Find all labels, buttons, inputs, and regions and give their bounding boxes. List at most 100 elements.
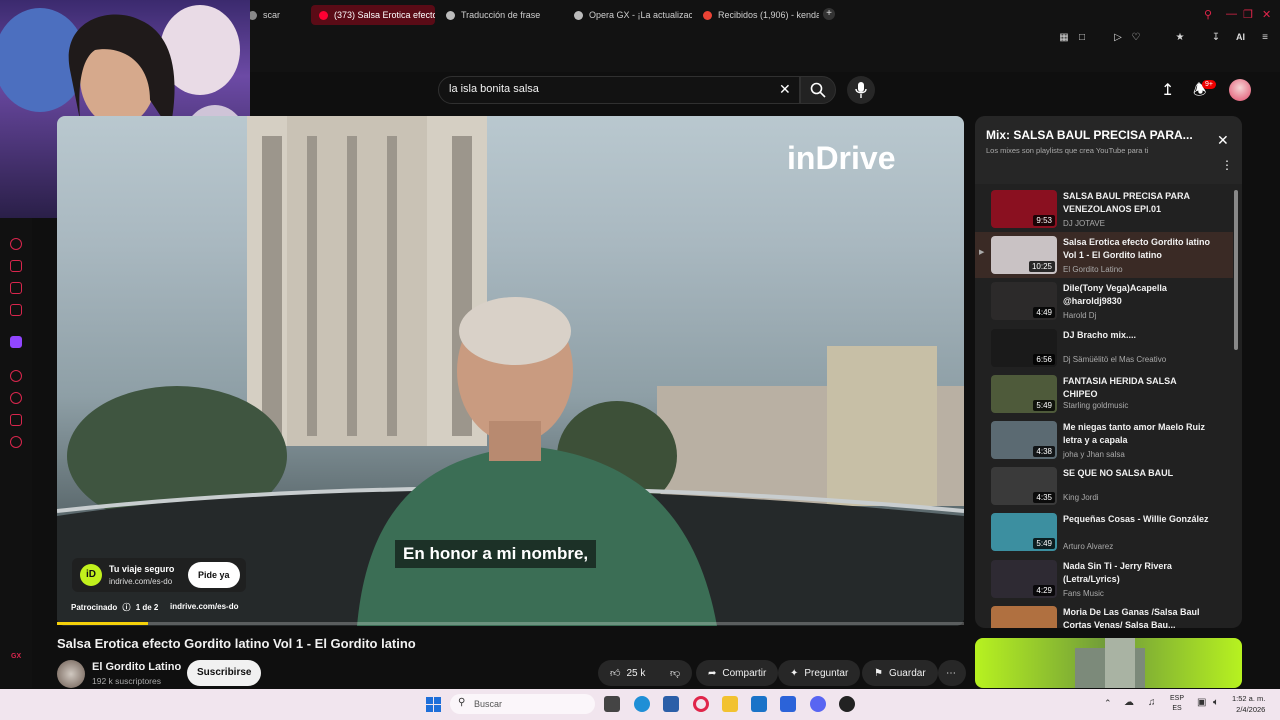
save-label: Guardar bbox=[888, 667, 926, 679]
playlist-thumbnail[interactable]: 4:49 bbox=[991, 282, 1057, 321]
search-button[interactable] bbox=[800, 76, 836, 104]
menu-icon[interactable]: ≡ bbox=[1258, 31, 1272, 45]
share-button[interactable]: ➦ Compartir bbox=[696, 660, 779, 686]
playlist-thumbnail[interactable]: 6:56 bbox=[991, 328, 1057, 367]
browser-tab[interactable]: (373) Salsa Erotica efecto bbox=[311, 5, 435, 25]
video-player[interactable]: inDrive En honor a mi nombre, iD Tu viaj… bbox=[57, 116, 964, 626]
clock[interactable]: 1:52 a. m. 2/4/2026 bbox=[1232, 693, 1265, 715]
playlist-thumbnail[interactable]: 4:29 bbox=[991, 559, 1057, 598]
playlist-item[interactable]: 4:49 Dile(Tony Vega)Acapella @haroldj9830… bbox=[975, 278, 1233, 324]
close-playlist-icon[interactable]: ✕ bbox=[1217, 132, 1229, 149]
playlist-thumbnail[interactable]: 5:49 bbox=[991, 374, 1057, 413]
playlist-panel: Mix: SALSA BAUL PRECISA PARA... Los mixe… bbox=[975, 116, 1242, 628]
more-actions-button[interactable]: ⋯ bbox=[938, 660, 966, 686]
playlist-scrollbar[interactable] bbox=[1234, 190, 1238, 350]
playlist-subtitle: Los mixes son playlists que crea YouTube… bbox=[986, 146, 1149, 155]
tray-chevron-icon[interactable]: ⌃ bbox=[1104, 698, 1112, 709]
playlist-item[interactable]: 4:35 SE QUE NO SALSA BAUL King Jordi bbox=[975, 463, 1233, 509]
browser-tab[interactable]: Opera GX - ¡La actualizac bbox=[566, 5, 692, 25]
history-icon[interactable] bbox=[10, 392, 22, 404]
close-window-icon[interactable]: ✕ bbox=[1262, 8, 1271, 21]
download-icon[interactable]: ↧ bbox=[1209, 31, 1223, 45]
new-tab-button[interactable]: + bbox=[823, 8, 835, 20]
heart-icon[interactable]: ♡ bbox=[1129, 31, 1143, 45]
playlist-item-title: SALSA BAUL PRECISA PARA VENEZOLANOS EPI.… bbox=[1063, 191, 1190, 214]
store-icon[interactable] bbox=[663, 696, 679, 712]
voice-search-button[interactable] bbox=[847, 76, 875, 104]
search-tabs-icon[interactable]: ⚲ bbox=[1204, 8, 1212, 21]
ai-label[interactable]: AI bbox=[1236, 32, 1245, 42]
tray-volume-icon[interactable]: 🔈︎ bbox=[1213, 697, 1219, 708]
playlist-item[interactable]: ▶ 10:25 Salsa Erotica efecto Gordito latin… bbox=[975, 232, 1233, 279]
search-input[interactable] bbox=[449, 83, 769, 95]
aria-icon[interactable] bbox=[10, 238, 22, 250]
play-icon[interactable]: ▷ bbox=[1111, 31, 1125, 45]
maximize-icon[interactable]: ❐ bbox=[1243, 8, 1253, 21]
tab-label: Traducción de frase bbox=[461, 10, 541, 20]
playlist-item[interactable]: 5:49 Pequeñas Cosas - Willie González Artu… bbox=[975, 509, 1233, 555]
channel-name[interactable]: El Gordito Latino bbox=[92, 661, 181, 673]
pin-icon[interactable] bbox=[10, 414, 22, 426]
playlist-thumbnail[interactable]: 5:49 bbox=[991, 513, 1057, 552]
settings-icon[interactable] bbox=[10, 436, 22, 448]
playlist-item[interactable]: 9:53 SALSA BAUL PRECISA PARA VENEZOLANOS … bbox=[975, 186, 1233, 232]
playlist-thumbnail[interactable]: 4:38 bbox=[991, 421, 1057, 459]
playlist-item[interactable]: Moria De Las Ganas /Salsa Baul Cortas Ve… bbox=[975, 602, 1233, 628]
browser-tab[interactable]: scar bbox=[240, 5, 310, 25]
tray-display-icon[interactable]: ▣ bbox=[1197, 697, 1206, 708]
taskbar-search[interactable]: ⚲ Buscar bbox=[450, 694, 595, 714]
playlist-thumbnail[interactable]: 10:25 bbox=[991, 236, 1057, 275]
tray-mic-icon[interactable]: ♫ bbox=[1148, 697, 1156, 708]
messenger-icon[interactable] bbox=[10, 304, 22, 316]
next-video-preview[interactable] bbox=[975, 638, 1242, 688]
discord-icon[interactable] bbox=[810, 696, 826, 712]
browser-tab[interactable]: Traducción de frase bbox=[438, 5, 564, 25]
playlist-thumbnail[interactable] bbox=[991, 605, 1057, 628]
browser-tab[interactable]: Recibidos (1,906) - kendal bbox=[695, 5, 819, 25]
playlist-item[interactable]: 4:29 Nada Sin Ti - Jerry Rivera (Letra/Ly… bbox=[975, 556, 1233, 602]
playlist-item-title: Dile(Tony Vega)Acapella @haroldj9830 bbox=[1063, 283, 1167, 307]
windows-start-icon[interactable] bbox=[426, 697, 441, 712]
more-options-icon[interactable]: ⋮ bbox=[1221, 159, 1233, 171]
play-circle-icon[interactable] bbox=[10, 370, 22, 382]
playlist-thumbnail[interactable]: 4:35 bbox=[991, 467, 1057, 506]
ad-footer-url[interactable]: indrive.com/es-do bbox=[170, 602, 238, 611]
save-button[interactable]: ⚑ Guardar bbox=[862, 660, 938, 686]
tab-favicon-icon bbox=[703, 10, 712, 20]
twitch-icon[interactable] bbox=[10, 336, 22, 348]
minimize-icon[interactable]: — bbox=[1226, 8, 1237, 20]
task-view-icon[interactable] bbox=[604, 696, 620, 712]
ask-button[interactable]: ✦ Preguntar bbox=[778, 660, 861, 686]
ad-card[interactable]: iD Tu viaje seguro indrive.com/es-do Pid… bbox=[72, 558, 246, 592]
edge-icon[interactable] bbox=[634, 696, 650, 712]
ad-progress-bar[interactable] bbox=[57, 622, 964, 625]
snapshot-icon[interactable]: □ bbox=[1075, 31, 1089, 45]
bookmark-icon[interactable]: ▦ bbox=[1057, 31, 1071, 45]
info-icon[interactable]: ⓘ bbox=[122, 603, 130, 612]
language-indicator[interactable]: ESP ES bbox=[1170, 694, 1184, 714]
like-button[interactable]: 👍︎ 25 k bbox=[598, 660, 662, 686]
ad-cta-button[interactable]: Pide ya bbox=[188, 562, 240, 588]
channel-avatar[interactable] bbox=[57, 660, 85, 688]
playlist-title[interactable]: Mix: SALSA BAUL PRECISA PARA... bbox=[986, 128, 1206, 142]
obs-icon[interactable] bbox=[839, 696, 855, 712]
clear-search-icon[interactable]: ✕ bbox=[779, 81, 791, 98]
upload-icon[interactable]: ↥ bbox=[1161, 80, 1174, 100]
opera-gx-icon[interactable] bbox=[693, 696, 709, 712]
playlist-item[interactable]: 6:56 DJ Bracho mix.... Dj Sämüëlitö el Mas… bbox=[975, 325, 1233, 371]
playlist-thumbnail[interactable]: 9:53 bbox=[991, 190, 1057, 228]
outlook-icon[interactable] bbox=[751, 696, 767, 712]
playlist-item[interactable]: 4:38 Me niegas tanto amor Maelo Ruiz letr… bbox=[975, 417, 1233, 463]
dislike-button[interactable]: 👎︎ bbox=[662, 660, 692, 686]
avatar[interactable] bbox=[1229, 79, 1251, 101]
extensions-icon[interactable]: ★ bbox=[1173, 31, 1187, 45]
playlist-item[interactable]: 5:49 FANTASIA HERIDA SALSA CHIPEO Starling… bbox=[975, 371, 1233, 417]
app-icon[interactable] bbox=[780, 696, 796, 712]
tray-network-icon[interactable]: ☁ bbox=[1124, 697, 1134, 708]
tab-label: Opera GX - ¡La actualizac bbox=[589, 10, 692, 20]
gx-corner-icon[interactable] bbox=[10, 260, 22, 272]
gx-player-icon[interactable] bbox=[10, 282, 22, 294]
file-explorer-icon[interactable] bbox=[722, 696, 738, 712]
playlist-item-channel: joha y Jhan salsa bbox=[1063, 450, 1125, 459]
subscribe-button[interactable]: Suscribirse bbox=[187, 660, 262, 686]
